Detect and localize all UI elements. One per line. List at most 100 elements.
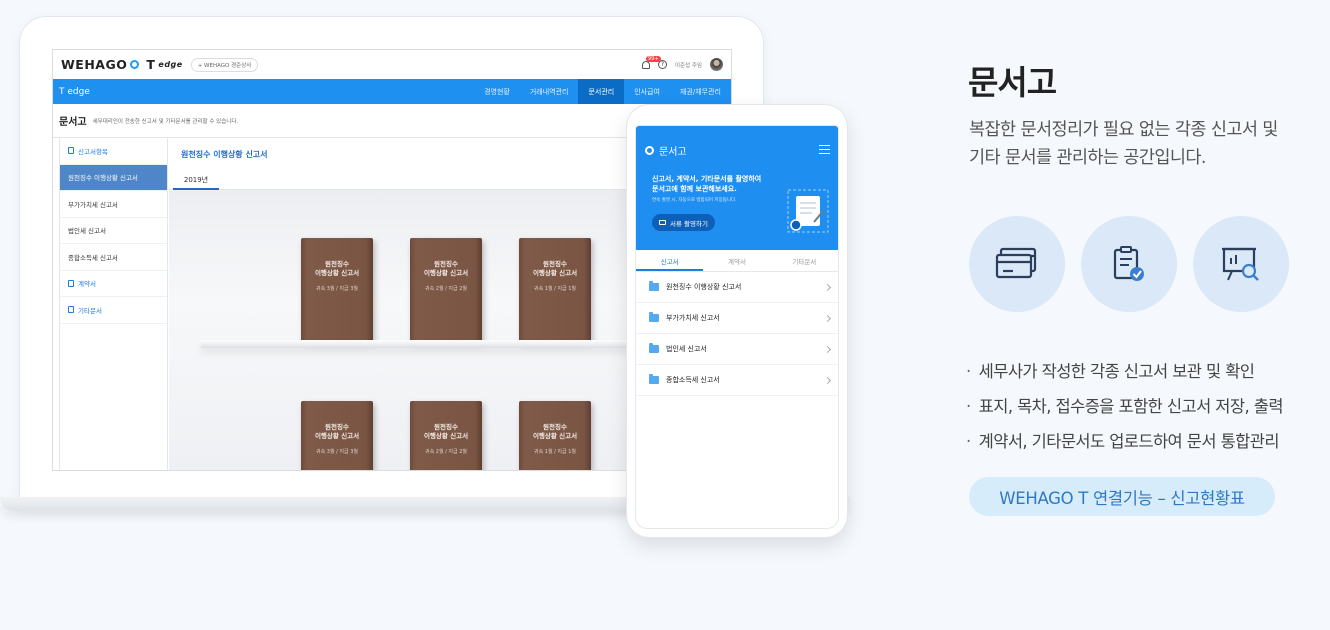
sidebar-item-label: 신고서항목 xyxy=(78,147,108,156)
sidebar-item-label: 법인세 신고서 xyxy=(68,227,106,236)
link-pill-report-status[interactable]: WEHAGO T 연결기능 – 신고현황표 xyxy=(969,477,1275,516)
phone-hero-text: 신고서, 계약서, 기타문서를 촬영하여 문서고에 함께 보관해보세요. xyxy=(652,174,782,194)
nav-item-debt[interactable]: 재권/채무관리 xyxy=(670,79,731,104)
card-icon xyxy=(969,216,1065,312)
capture-button-label: 서류 촬영하기 xyxy=(670,219,708,228)
binder-period: 귀속 1월 / 지급 1월 xyxy=(533,286,576,292)
logo-ring-icon xyxy=(130,60,140,69)
hamburger-menu-icon[interactable] xyxy=(819,145,830,154)
document-illustration-icon xyxy=(787,189,829,233)
company-selector[interactable]: + WEHAGO 경준상사 xyxy=(190,57,259,72)
binder[interactable]: 원천징수 이행상황 신고서 귀속 1월 / 지급 1월 xyxy=(519,401,591,470)
list-item[interactable]: 원천징수 이행상황 신고서 xyxy=(636,272,838,303)
binder-title: 이행상황 신고서 xyxy=(423,432,469,440)
logo-ring-icon xyxy=(645,146,654,155)
binder-title: 원천징수 xyxy=(543,423,567,431)
document-icon xyxy=(68,279,74,287)
binder-title: 이행상황 신고서 xyxy=(314,432,360,440)
binder-period: 귀속 1월 / 지급 1월 xyxy=(533,449,576,455)
chevron-right-icon xyxy=(823,376,832,384)
binder-title: 원천징수 xyxy=(325,260,349,268)
phone-screen: 문서고 신고서, 계약서, 기타문서를 촬영하여 문서고에 함께 보관해보세요.… xyxy=(635,125,839,529)
main-navbar: T edge 경영현황 거래내역관리 문서관리 인사급여 재권/채무관리 xyxy=(53,79,731,104)
shelf-board xyxy=(201,340,641,348)
nav-item-documents[interactable]: 문서관리 xyxy=(578,79,625,104)
phone-mockup: 문서고 신고서, 계약서, 기타문서를 촬영하여 문서고에 함께 보관해보세요.… xyxy=(627,105,847,537)
logo-edge: edge xyxy=(158,60,183,69)
sidebar-item-label: 원천징수 이행상황 신고서 xyxy=(68,174,138,183)
content-title: 원천징수 이행상황 신고서 xyxy=(181,150,268,159)
wehago-logo[interactable]: WEHAGO T edge xyxy=(61,57,183,72)
document-icon xyxy=(68,306,74,314)
document-icon xyxy=(68,147,74,155)
sidebar-item-label: 기타문서 xyxy=(78,306,102,315)
binder[interactable]: 원천징수 이행상황 신고서 귀속 1월 / 지급 1월 xyxy=(519,238,591,342)
sidebar-item-withholding[interactable]: 원천징수 이행상황 신고서 xyxy=(60,164,167,191)
avatar[interactable] xyxy=(710,58,723,71)
list-item-label: 부가가치세 신고서 xyxy=(666,314,720,322)
phone-tabs: 신고서 계약서 기타문서 xyxy=(636,250,838,272)
phone-note: 연속 촬영 시, 자동으로 병합되어 저장됩니다. xyxy=(652,198,737,203)
feature-item: 표지, 목차, 접수증을 포함한 신고서 저장, 출력 xyxy=(966,389,1284,424)
binder[interactable]: 원천징수 이행상황 신고서 귀속 2월 / 지급 2월 xyxy=(410,401,482,470)
feature-item: 계약서, 기타문서도 업로드하여 문서 통합관리 xyxy=(966,424,1283,459)
folder-icon xyxy=(649,343,659,353)
tab-other-docs[interactable]: 기타문서 xyxy=(771,250,838,271)
page-title: 문서고 xyxy=(59,117,87,128)
tab-reports[interactable]: 신고서 xyxy=(636,250,704,271)
sidebar: 신고서항목 원천징수 이행상황 신고서 부가가치세 신고서 법인세 신고서 종합… xyxy=(59,138,168,470)
sidebar-item-vat[interactable]: 부가가치세 신고서 xyxy=(60,191,167,218)
hero-line: 문서고에 함께 보관해보세요. xyxy=(652,185,737,193)
tab-contracts[interactable]: 계약서 xyxy=(703,250,770,271)
logo-t: T xyxy=(146,57,156,72)
binder[interactable]: 원천징수 이행상황 신고서 귀속 3월 / 지급 3월 xyxy=(301,238,373,342)
description-line: 복잡한 문서정리가 필요 없는 각종 신고서 및 xyxy=(969,120,1278,140)
list-item[interactable]: 부가가치세 신고서 xyxy=(636,303,838,334)
phone-title: 문서고 xyxy=(659,147,687,158)
nav-item-payroll[interactable]: 인사급여 xyxy=(624,79,670,104)
chevron-right-icon xyxy=(823,345,832,353)
tab-year-2019[interactable]: 2019년 xyxy=(173,172,219,190)
bell-icon[interactable]: 99+ xyxy=(641,55,661,69)
page-description: 세무대리인이 전송한 신고서 및 기타문서를 관리할 수 있습니다. xyxy=(92,118,239,125)
logo-text: WEHAGO xyxy=(61,57,128,72)
camera-icon xyxy=(659,220,666,225)
feature-item: 세무사가 작성한 각종 신고서 보관 및 확인 xyxy=(966,354,1283,389)
folder-icon xyxy=(649,281,659,291)
section-title: 문서고 xyxy=(968,63,1057,102)
presentation-search-icon xyxy=(1193,216,1289,312)
section-description: 복잡한 문서정리가 필요 없는 각종 신고서 및 기타 문서를 관리하는 공간입… xyxy=(969,116,1329,172)
list-item[interactable]: 종합소득세 신고서 xyxy=(636,365,838,396)
list-item[interactable]: 법인세 신고서 xyxy=(636,334,838,365)
sidebar-item-corporate-tax[interactable]: 법인세 신고서 xyxy=(60,218,167,244)
binder-title: 이행상황 신고서 xyxy=(532,269,578,277)
capture-document-button[interactable]: 서류 촬영하기 xyxy=(652,214,715,231)
binder-title: 이행상황 신고서 xyxy=(314,269,360,277)
nav-item-transactions[interactable]: 거래내역관리 xyxy=(520,79,579,104)
binder[interactable]: 원천징수 이행상황 신고서 귀속 2월 / 지급 2월 xyxy=(410,238,482,342)
binder-period: 귀속 3월 / 지급 3월 xyxy=(315,286,358,292)
folder-icon xyxy=(649,374,659,384)
phone-header: 문서고 신고서, 계약서, 기타문서를 촬영하여 문서고에 함께 보관해보세요.… xyxy=(636,126,838,250)
binder-period: 귀속 2월 / 지급 2월 xyxy=(424,449,467,455)
binder-title: 원천징수 xyxy=(325,423,349,431)
binder-title: 이행상황 신고서 xyxy=(532,432,578,440)
list-item-label: 종합소득세 신고서 xyxy=(666,376,720,384)
binder[interactable]: 원천징수 이행상황 신고서 귀속 3월 / 지급 3월 xyxy=(301,401,373,470)
nav-title[interactable]: T edge xyxy=(53,87,90,97)
document-check-icon xyxy=(1081,216,1177,312)
sidebar-item-label: 부가가치세 신고서 xyxy=(68,200,118,209)
sidebar-group-reports[interactable]: 신고서항목 xyxy=(60,138,167,165)
binder-period: 귀속 2월 / 지급 2월 xyxy=(424,286,467,292)
sidebar-item-income-tax[interactable]: 종합소득세 신고서 xyxy=(60,244,167,271)
nav-item-management[interactable]: 경영현황 xyxy=(474,79,520,104)
feature-list: 세무사가 작성한 각종 신고서 보관 및 확인 표지, 목차, 접수증을 포함한… xyxy=(966,354,1284,459)
sidebar-group-contracts[interactable]: 계약서 xyxy=(60,271,167,297)
binder-title: 원천징수 xyxy=(543,260,567,268)
sidebar-group-other-docs[interactable]: 기타문서 xyxy=(60,297,167,324)
list-item-label: 법인세 신고서 xyxy=(666,345,707,353)
notification-badge: 99+ xyxy=(645,55,661,62)
folder-icon xyxy=(649,312,659,322)
list-item-label: 원천징수 이행상황 신고서 xyxy=(666,283,742,291)
user-name[interactable]: 이준섭 주임 xyxy=(675,61,702,69)
